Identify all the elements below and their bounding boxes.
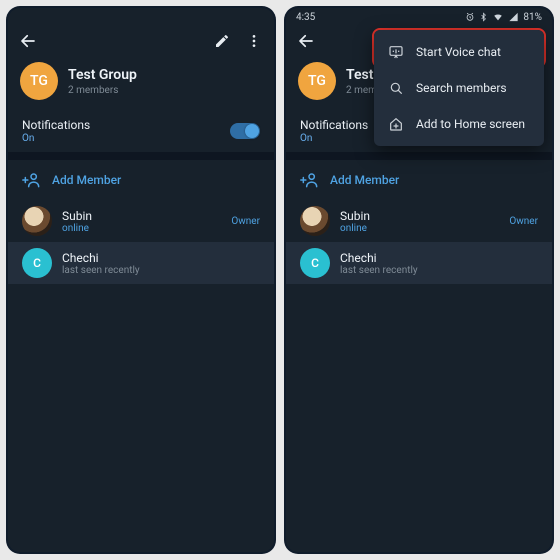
group-title: Test Group xyxy=(68,67,137,83)
arrow-left-icon xyxy=(19,32,37,50)
add-member-label: Add Member xyxy=(330,173,399,187)
voice-chat-icon xyxy=(388,44,404,60)
app-bar xyxy=(8,26,274,56)
overflow-menu: Start Voice chat Search members Add to H… xyxy=(374,30,544,146)
member-row[interactable]: C Chechi last seen recently xyxy=(8,242,274,284)
arrow-left-icon xyxy=(297,32,315,50)
menu-item-label: Add to Home screen xyxy=(416,117,525,131)
alarm-icon xyxy=(465,12,475,22)
status-icons: 81% xyxy=(465,12,542,23)
add-member-button[interactable]: Add Member xyxy=(286,160,552,200)
edit-button[interactable] xyxy=(208,27,236,55)
more-vert-icon xyxy=(246,33,262,49)
member-name: Subin xyxy=(340,209,370,223)
add-member-button[interactable]: Add Member xyxy=(8,160,274,200)
member-status: last seen recently xyxy=(340,265,418,276)
member-avatar xyxy=(300,206,330,236)
overflow-button[interactable] xyxy=(240,27,268,55)
menu-item-start-voice-chat[interactable]: Start Voice chat xyxy=(374,34,544,70)
add-member-icon xyxy=(300,170,320,190)
status-bar: 4:35 81% xyxy=(286,8,552,26)
notifications-value: On xyxy=(300,133,368,144)
section-divider xyxy=(8,152,274,160)
pencil-icon xyxy=(214,33,230,49)
member-name: Chechi xyxy=(62,251,140,265)
notifications-label: Notifications xyxy=(22,118,90,132)
member-role: Owner xyxy=(231,216,260,227)
status-bar xyxy=(8,8,274,26)
notifications-toggle[interactable] xyxy=(230,123,260,139)
section-divider xyxy=(286,152,552,160)
member-role: Owner xyxy=(509,216,538,227)
screenshot-left: TG Test Group 2 members Notifications On… xyxy=(6,6,276,554)
status-time: 4:35 xyxy=(296,12,315,23)
home-plus-icon xyxy=(388,116,404,132)
screenshot-right: 4:35 81% TG Test Group 2 members No xyxy=(284,6,554,554)
member-status: last seen recently xyxy=(62,265,140,276)
notifications-row[interactable]: Notifications On xyxy=(8,110,274,152)
wifi-icon xyxy=(492,12,504,22)
back-button[interactable] xyxy=(292,27,320,55)
member-status: online xyxy=(340,223,370,234)
member-row[interactable]: Subin online Owner xyxy=(286,200,552,242)
member-name: Chechi xyxy=(340,251,418,265)
notifications-label: Notifications xyxy=(300,118,368,132)
member-row[interactable]: C Chechi last seen recently xyxy=(286,242,552,284)
member-avatar: C xyxy=(22,248,52,278)
group-subtitle: 2 members xyxy=(68,85,137,96)
menu-item-add-to-home[interactable]: Add to Home screen xyxy=(374,106,544,142)
add-member-label: Add Member xyxy=(52,173,121,187)
menu-item-label: Search members xyxy=(416,81,507,95)
back-button[interactable] xyxy=(14,27,42,55)
signal-icon xyxy=(508,12,519,22)
group-header: TG Test Group 2 members xyxy=(8,56,274,110)
member-status: online xyxy=(62,223,92,234)
member-name: Subin xyxy=(62,209,92,223)
add-member-icon xyxy=(22,170,42,190)
search-icon xyxy=(388,80,404,96)
member-row[interactable]: Subin online Owner xyxy=(8,200,274,242)
bluetooth-icon xyxy=(479,12,488,22)
member-avatar: C xyxy=(300,248,330,278)
group-avatar[interactable]: TG xyxy=(298,62,336,100)
battery-percent: 81% xyxy=(523,12,542,23)
menu-item-search-members[interactable]: Search members xyxy=(374,70,544,106)
notifications-value: On xyxy=(22,133,90,144)
menu-item-label: Start Voice chat xyxy=(416,45,501,59)
group-avatar[interactable]: TG xyxy=(20,62,58,100)
member-avatar xyxy=(22,206,52,236)
